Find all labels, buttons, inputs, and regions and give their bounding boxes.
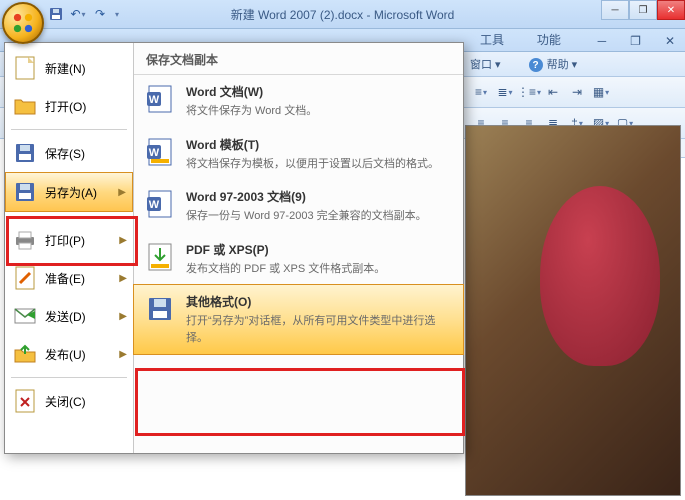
- prepare-icon: [13, 266, 37, 290]
- saveas-word-template[interactable]: W Word 模板(T)将文档保存为模板，以便用于设置以后文档的格式。: [134, 128, 463, 181]
- doc-close-button[interactable]: ✕: [655, 31, 685, 51]
- send-icon: [13, 304, 37, 328]
- menu-new[interactable]: 新建(N): [5, 49, 133, 87]
- menu-open[interactable]: 打开(O): [5, 87, 133, 125]
- undo-icon[interactable]: ↶▾: [70, 6, 86, 22]
- saveas-word-doc[interactable]: W Word 文档(W)将文件保存为 Word 文档。: [134, 75, 463, 128]
- doc-restore-button[interactable]: ❐: [620, 31, 651, 51]
- help-icon: ?: [529, 58, 543, 72]
- menu-print[interactable]: 打印(P) ▶: [5, 221, 133, 259]
- open-icon: [13, 94, 37, 118]
- save-as-icon: [13, 180, 37, 204]
- menu-save[interactable]: 保存(S): [5, 134, 133, 172]
- close-button[interactable]: ✕: [657, 0, 685, 20]
- publish-icon: [13, 342, 37, 366]
- save-other-icon: [144, 293, 176, 325]
- chevron-right-icon: ▶: [118, 187, 126, 198]
- new-icon: [13, 56, 37, 80]
- saveas-other-format[interactable]: 其他格式(O)打开“另存为”对话框，从所有可用文件类型中进行选择。: [133, 284, 464, 355]
- doc-minimize-button[interactable]: ─: [588, 31, 617, 51]
- restore-button[interactable]: ❐: [629, 0, 657, 20]
- quick-access-toolbar: ↶▾ ↷ ▾: [48, 6, 119, 22]
- svg-text:W: W: [149, 147, 160, 159]
- office-button[interactable]: [2, 2, 44, 44]
- chevron-right-icon: ▶: [119, 273, 127, 284]
- menu-send[interactable]: 发送(D) ▶: [5, 297, 133, 335]
- office-menu: 新建(N) 打开(O) 保存(S) 另存为(A) ▶ 打印(P) ▶ 准备(E)…: [4, 42, 464, 454]
- indent-left-icon[interactable]: ⇤: [542, 81, 564, 103]
- close-file-icon: [13, 389, 37, 413]
- minimize-button[interactable]: ─: [601, 0, 629, 20]
- document-image: [466, 126, 680, 495]
- numbered-list-icon[interactable]: ≣▾: [494, 81, 516, 103]
- print-icon: [13, 228, 37, 252]
- submenu-header: 保存文档副本: [134, 43, 463, 75]
- word-doc-icon: W: [144, 83, 176, 115]
- chevron-right-icon: ▶: [119, 235, 127, 246]
- redo-icon[interactable]: ↷: [92, 6, 108, 22]
- svg-text:W: W: [149, 94, 160, 106]
- chevron-right-icon: ▶: [119, 349, 127, 360]
- saveas-word-97-2003[interactable]: W Word 97-2003 文档(9)保存一份与 Word 97-2003 完…: [134, 180, 463, 233]
- border-icon[interactable]: ▦▾: [590, 81, 612, 103]
- chevron-right-icon: ▶: [119, 311, 127, 322]
- help-menu[interactable]: ?帮助 ▾: [529, 56, 578, 73]
- pdf-icon: [144, 241, 176, 273]
- save-icon[interactable]: [48, 6, 64, 22]
- indent-right-icon[interactable]: ⇥: [566, 81, 588, 103]
- document-area[interactable]: [465, 125, 681, 496]
- save-icon: [13, 141, 37, 165]
- saveas-pdf-xps[interactable]: PDF 或 XPS(P)发布文档的 PDF 或 XPS 文件格式副本。: [134, 233, 463, 286]
- qat-dropdown-icon[interactable]: ▾: [115, 10, 119, 19]
- menu-prepare[interactable]: 准备(E) ▶: [5, 259, 133, 297]
- word-97-icon: W: [144, 188, 176, 220]
- menu-publish[interactable]: 发布(U) ▶: [5, 335, 133, 373]
- svg-text:W: W: [149, 199, 160, 211]
- word-template-icon: W: [144, 136, 176, 168]
- window-menu[interactable]: 窗口 ▾: [470, 56, 501, 72]
- multilevel-list-icon[interactable]: ⋮≡▾: [518, 81, 540, 103]
- menu-close[interactable]: 关闭(C): [5, 382, 133, 420]
- menu-save-as[interactable]: 另存为(A) ▶: [5, 172, 133, 212]
- window-title: 新建 Word 2007 (2).docx - Microsoft Word: [231, 6, 455, 23]
- list-icon[interactable]: ≡▾: [470, 81, 492, 103]
